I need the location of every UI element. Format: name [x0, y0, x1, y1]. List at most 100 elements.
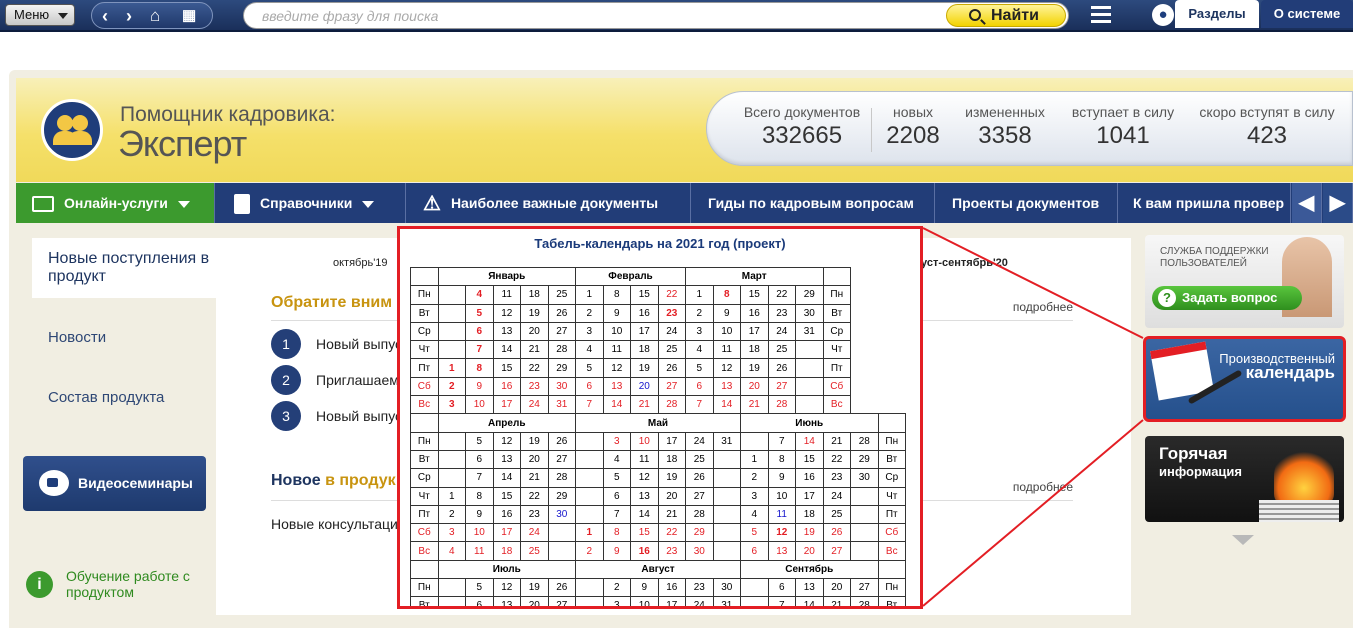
calendar-day: 14 — [630, 504, 659, 525]
nav-draft-docs[interactable]: Проекты документов — [936, 183, 1118, 223]
calendar-day: 13 — [602, 376, 631, 397]
calendar-day: 1 — [685, 285, 714, 305]
calendar-day — [795, 376, 824, 397]
calendar-day — [850, 486, 879, 506]
home-icon[interactable]: ⌂ — [150, 5, 160, 27]
month-header: Июнь — [740, 413, 879, 433]
calendar-day: 15 — [630, 285, 659, 305]
calendar-day: 12 — [767, 523, 796, 543]
calendar-day: 25 — [520, 541, 549, 561]
calendar-day: 17 — [492, 395, 521, 415]
more-link[interactable]: подробнее — [1013, 480, 1073, 494]
calendar-day: 18 — [630, 340, 659, 360]
webinars-button[interactable]: Видеосеминары — [23, 456, 206, 511]
ask-question-button[interactable]: Задать вопрос — [1152, 286, 1302, 310]
production-calendar-banner[interactable]: Производственный календарь — [1143, 336, 1346, 422]
calendar-day: 23 — [822, 468, 851, 488]
calendar-day: 28 — [850, 596, 879, 606]
calendar-day: 18 — [520, 285, 549, 305]
calendar-day — [437, 449, 466, 470]
calendar-day — [712, 541, 741, 561]
user-icon[interactable]: ● — [1152, 4, 1174, 26]
new-consultations-link[interactable]: Новые консультаци — [271, 516, 398, 532]
calendar-day: 6 — [685, 376, 714, 397]
grid-icon[interactable]: ▦ — [182, 5, 196, 27]
stat-changed[interactable]: измененных 3358 — [959, 104, 1051, 150]
sidebar-item-news[interactable]: Новости — [48, 329, 106, 346]
product-logo-icon — [41, 99, 103, 161]
calendar-day — [575, 596, 604, 606]
calendar-day: 8 — [602, 523, 631, 543]
chevron-down-icon — [177, 200, 190, 208]
find-button[interactable]: Найти — [946, 4, 1066, 27]
back-arrow-icon[interactable]: ‹ — [102, 5, 108, 27]
support-banner[interactable]: СЛУЖБА ПОДДЕРЖКИ ПОЛЬЗОВАТЕЛЕЙ Задать во… — [1145, 235, 1344, 328]
chevron-down-icon — [362, 200, 375, 208]
tab-about[interactable]: О системе — [1261, 0, 1353, 28]
top-toolbar: Меню ‹ › ⌂ ▦ Найти ● ■ ◷ ⏱ ? — [0, 0, 1353, 32]
weekday-label: Вт — [410, 449, 439, 470]
calendar-day: 1 — [437, 358, 466, 378]
sidebar-item-product-contents[interactable]: Состав продукта — [48, 389, 164, 406]
hot-info-banner[interactable]: Горячая информация — [1145, 436, 1344, 522]
calendar-day: 1 — [740, 449, 769, 470]
learn-product-link[interactable]: i Обучение работе с продуктом — [26, 568, 216, 608]
calendar-day: 11 — [465, 541, 494, 561]
calendar-day: 29 — [547, 486, 576, 506]
weekday-label: Ср — [410, 321, 439, 342]
date-label-right: уст-сентябрь'20 — [921, 257, 1008, 269]
calendar-day: 30 — [685, 541, 714, 561]
calendar-day: 10 — [465, 523, 494, 543]
calendar-day: 2 — [740, 468, 769, 488]
notice-heading: Обратите вним — [271, 294, 393, 311]
calendar-day: 10 — [630, 431, 659, 451]
weekday-label: Сб — [410, 376, 439, 397]
nav-hr-guides[interactable]: Гиды по кадровым вопросам — [692, 183, 935, 223]
calendar-day: 27 — [547, 449, 576, 470]
calendar-day — [795, 340, 824, 360]
calendar-day: 22 — [657, 285, 686, 305]
calendar-day: 23 — [685, 578, 714, 598]
nav-online-services[interactable]: Онлайн-услуги — [16, 183, 215, 223]
more-link[interactable]: подробнее — [1013, 300, 1073, 314]
nav-reference[interactable]: Справочники — [216, 183, 406, 223]
calendar-day: 20 — [520, 449, 549, 470]
menu-button[interactable]: Меню — [5, 4, 75, 26]
calendar-day: 16 — [630, 303, 659, 323]
stat-soon-effective[interactable]: скоро вступят в силу 423 — [1197, 104, 1337, 150]
calendar-day: 2 — [602, 578, 631, 598]
weekday-label: Сб — [877, 523, 906, 543]
news-item[interactable]: Новый выпус — [316, 408, 402, 424]
stat-effective[interactable]: вступает в силу 1041 — [1067, 104, 1179, 150]
calendar-day — [437, 468, 466, 488]
calendar-day: 23 — [520, 376, 549, 397]
nav-scroll-left-icon[interactable]: ◀ — [1292, 183, 1322, 223]
weekday-label: Вт — [822, 303, 851, 323]
calendar-day: 6 — [602, 486, 631, 506]
forward-arrow-icon[interactable]: › — [126, 5, 132, 27]
calendar-day: 7 — [685, 395, 714, 415]
stat-new[interactable]: новых 2208 — [879, 104, 947, 150]
calendar-day: 9 — [767, 468, 796, 488]
calendar-day: 19 — [520, 578, 549, 598]
hamburger-icon[interactable] — [1091, 6, 1111, 23]
search-input[interactable] — [262, 7, 922, 25]
weekday-label: Пт — [410, 358, 439, 378]
sidebar-item-new-arrivals[interactable]: Новые поступления в продукт — [32, 238, 216, 298]
more-promos-chevron-icon[interactable] — [1232, 535, 1254, 545]
calendar-day: 4 — [602, 449, 631, 470]
news-item[interactable]: Новый выпус — [316, 336, 402, 352]
news-item[interactable]: Приглашаем — [316, 372, 399, 388]
calendar-day: 8 — [465, 358, 494, 378]
calendar-day: 8 — [767, 449, 796, 470]
nav-inspection[interactable]: К вам пришла провер — [1119, 183, 1291, 223]
calendar-day: 7 — [767, 431, 796, 451]
nav-scroll-right-icon[interactable]: ▶ — [1323, 183, 1353, 223]
calendar-day: 4 — [437, 541, 466, 561]
calendar-day — [740, 596, 769, 606]
stat-total[interactable]: Всего документов 332665 — [742, 104, 862, 150]
tab-sections[interactable]: Разделы — [1175, 0, 1259, 28]
calendar-day: 3 — [575, 321, 604, 342]
nav-important-docs[interactable]: ⚠ Наиболее важные документы — [407, 183, 691, 223]
calendar-day: 23 — [767, 303, 796, 323]
